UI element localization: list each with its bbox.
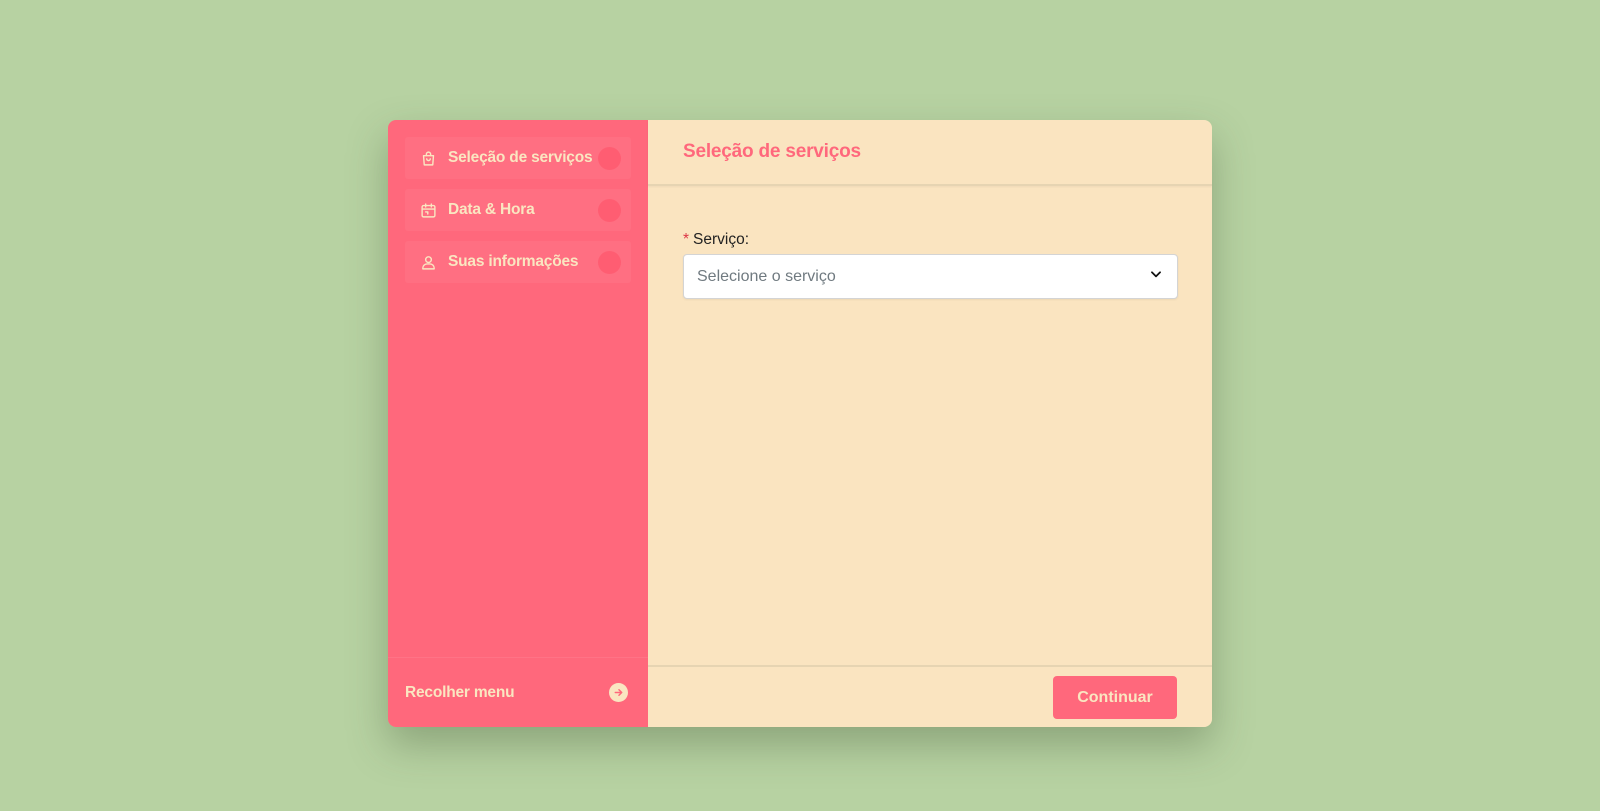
arrow-right-circle-icon [609,683,628,702]
user-icon [419,253,437,271]
shopping-bag-icon [419,149,437,167]
step-service-selection[interactable]: Seleção de serviços [405,137,631,179]
chevron-down-icon [1149,267,1163,286]
service-select[interactable]: Selecione o serviço [683,254,1178,299]
service-label-text: Serviço: [693,231,750,248]
booking-widget: Seleção de serviços Data & Hora Suas inf… [388,120,1212,727]
step-your-information[interactable]: Suas informações [405,241,631,283]
panel-header: Seleção de serviços [648,120,1212,186]
step-status-indicator [598,251,621,274]
step-status-indicator [598,147,621,170]
service-label: * Serviço: [683,231,1178,249]
main-panel: Seleção de serviços * Serviço: Selecione … [648,120,1212,727]
step-label: Suas informações [448,253,579,270]
service-select-placeholder: Selecione o serviço [697,267,836,285]
page-title: Seleção de serviços [683,141,861,162]
step-date-time[interactable]: Data & Hora [405,189,631,231]
step-status-indicator [598,199,621,222]
service-field: * Serviço: Selecione o serviço [683,231,1178,299]
collapse-menu-button[interactable]: Recolher menu [388,657,648,727]
step-label: Data & Hora [448,201,535,218]
step-label: Seleção de serviços [448,149,593,166]
collapse-menu-label: Recolher menu [405,683,515,701]
calendar-icon [419,201,437,219]
required-mark: * [683,231,690,248]
sidebar: Seleção de serviços Data & Hora Suas inf… [388,120,648,727]
panel-footer: Continuar [648,665,1212,727]
continue-button[interactable]: Continuar [1053,676,1177,719]
